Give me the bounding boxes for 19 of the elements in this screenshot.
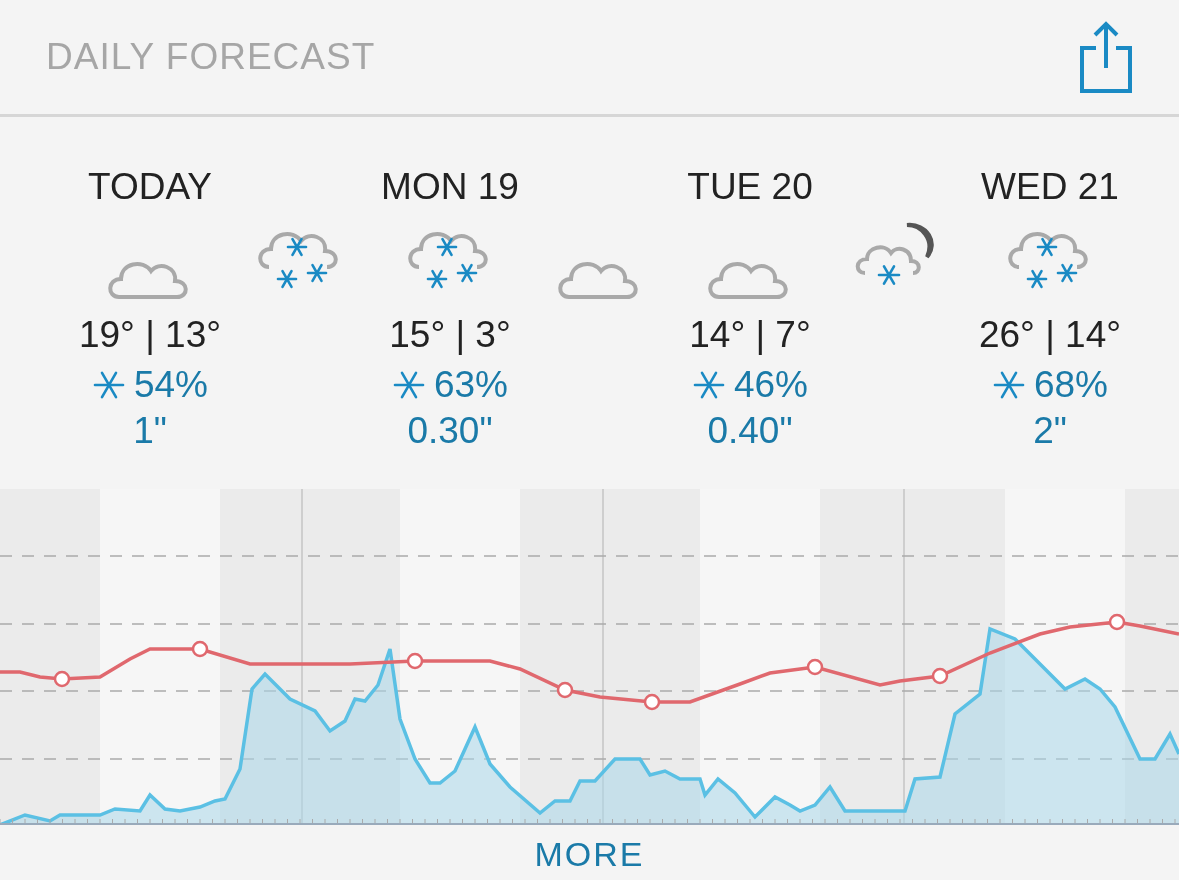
precip-amount: 1"	[133, 409, 167, 453]
precip-chance: 68%	[1033, 363, 1109, 407]
precip-amount: 2"	[1033, 409, 1067, 453]
precip-chance: 46%	[733, 363, 809, 407]
day-label: TODAY	[87, 165, 212, 209]
precip-amount: 0.40"	[707, 409, 793, 453]
precip-amount: 0.30"	[407, 409, 493, 453]
precip-chance: 63%	[433, 363, 509, 407]
share-icon[interactable]	[1079, 20, 1133, 94]
temperature-range: 15° | 3°	[389, 313, 511, 357]
day-label: MON 19	[381, 165, 519, 209]
precip-chance: 54%	[133, 363, 209, 407]
day-label: TUE 20	[687, 165, 813, 209]
section-title: DAILY FORECAST	[46, 35, 376, 80]
temperature-range: 26° | 14°	[978, 313, 1122, 357]
more-link[interactable]: MORE	[534, 837, 645, 871]
temperature-range: 19° | 13°	[78, 313, 222, 357]
temperature-range: 14° | 7°	[689, 313, 811, 357]
day-label: WED 21	[981, 165, 1119, 209]
